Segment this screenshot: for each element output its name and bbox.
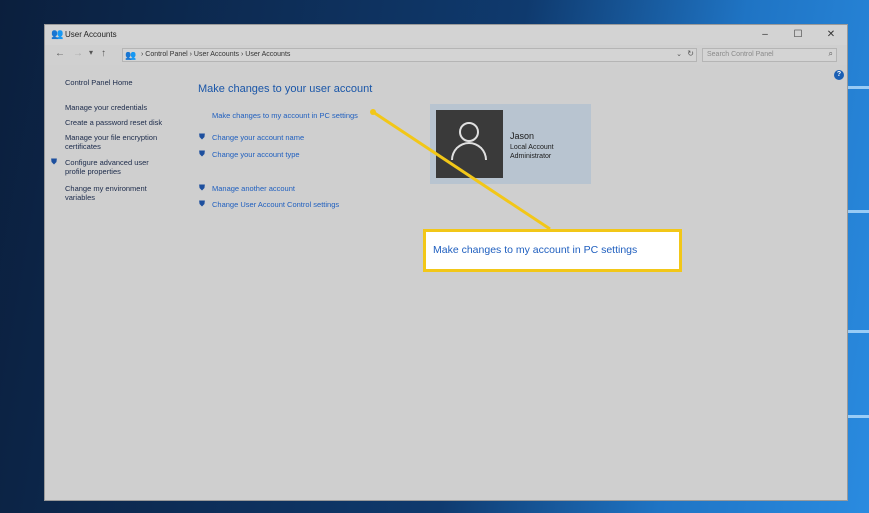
callout-pointer-dot (370, 109, 376, 115)
callout-pointer-line (372, 110, 551, 231)
callout-label: Make changes to my account in PC setting… (433, 244, 638, 256)
callout-box: Make changes to my account in PC setting… (423, 229, 682, 272)
